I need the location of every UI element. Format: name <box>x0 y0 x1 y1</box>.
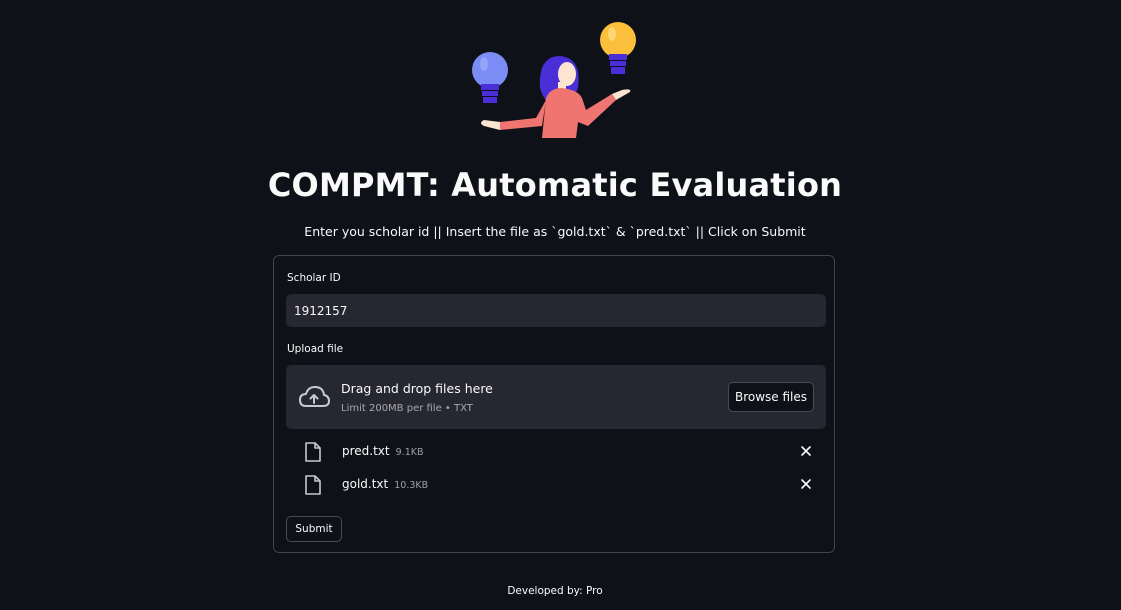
scholar-id-input[interactable] <box>286 294 826 327</box>
file-entry: gold.txt 10.3KB <box>342 477 428 491</box>
file-icon <box>305 442 321 462</box>
submit-button[interactable]: Submit <box>286 516 342 542</box>
uploaded-file-row: pred.txt 9.1KB <box>286 439 826 465</box>
app-page: COMPMT: Automatic Evaluation Enter you s… <box>0 0 1121 610</box>
file-icon <box>305 475 321 495</box>
footer-credit: Developed by: Pro <box>507 585 603 597</box>
remove-file-button[interactable] <box>796 474 816 494</box>
file-dropzone[interactable]: Drag and drop files here Limit 200MB per… <box>286 365 826 429</box>
scholar-id-label: Scholar ID <box>287 272 341 284</box>
dropzone-limit: Limit 200MB per file • TXT <box>341 403 473 414</box>
evaluation-form: Scholar ID Upload file Drag and drop fil… <box>273 255 835 553</box>
uploaded-file-row: gold.txt 10.3KB <box>286 472 826 498</box>
remove-file-button[interactable] <box>796 441 816 461</box>
close-icon <box>801 446 811 456</box>
browse-files-button[interactable]: Browse files <box>728 382 814 412</box>
file-name: gold.txt <box>342 477 389 491</box>
file-entry: pred.txt 9.1KB <box>342 444 423 458</box>
upload-file-label: Upload file <box>287 343 344 355</box>
page-instructions: Enter you scholar id || Insert the file … <box>304 224 806 239</box>
file-name: pred.txt <box>342 444 390 458</box>
woman-lightbulbs-illustration <box>472 22 636 138</box>
file-size: 10.3KB <box>394 480 429 491</box>
file-size: 9.1KB <box>395 447 424 458</box>
dropzone-instruction: Drag and drop files here <box>341 381 493 396</box>
cloud-upload-icon <box>299 386 330 407</box>
close-icon <box>801 479 811 489</box>
page-title: COMPMT: Automatic Evaluation <box>267 166 843 204</box>
